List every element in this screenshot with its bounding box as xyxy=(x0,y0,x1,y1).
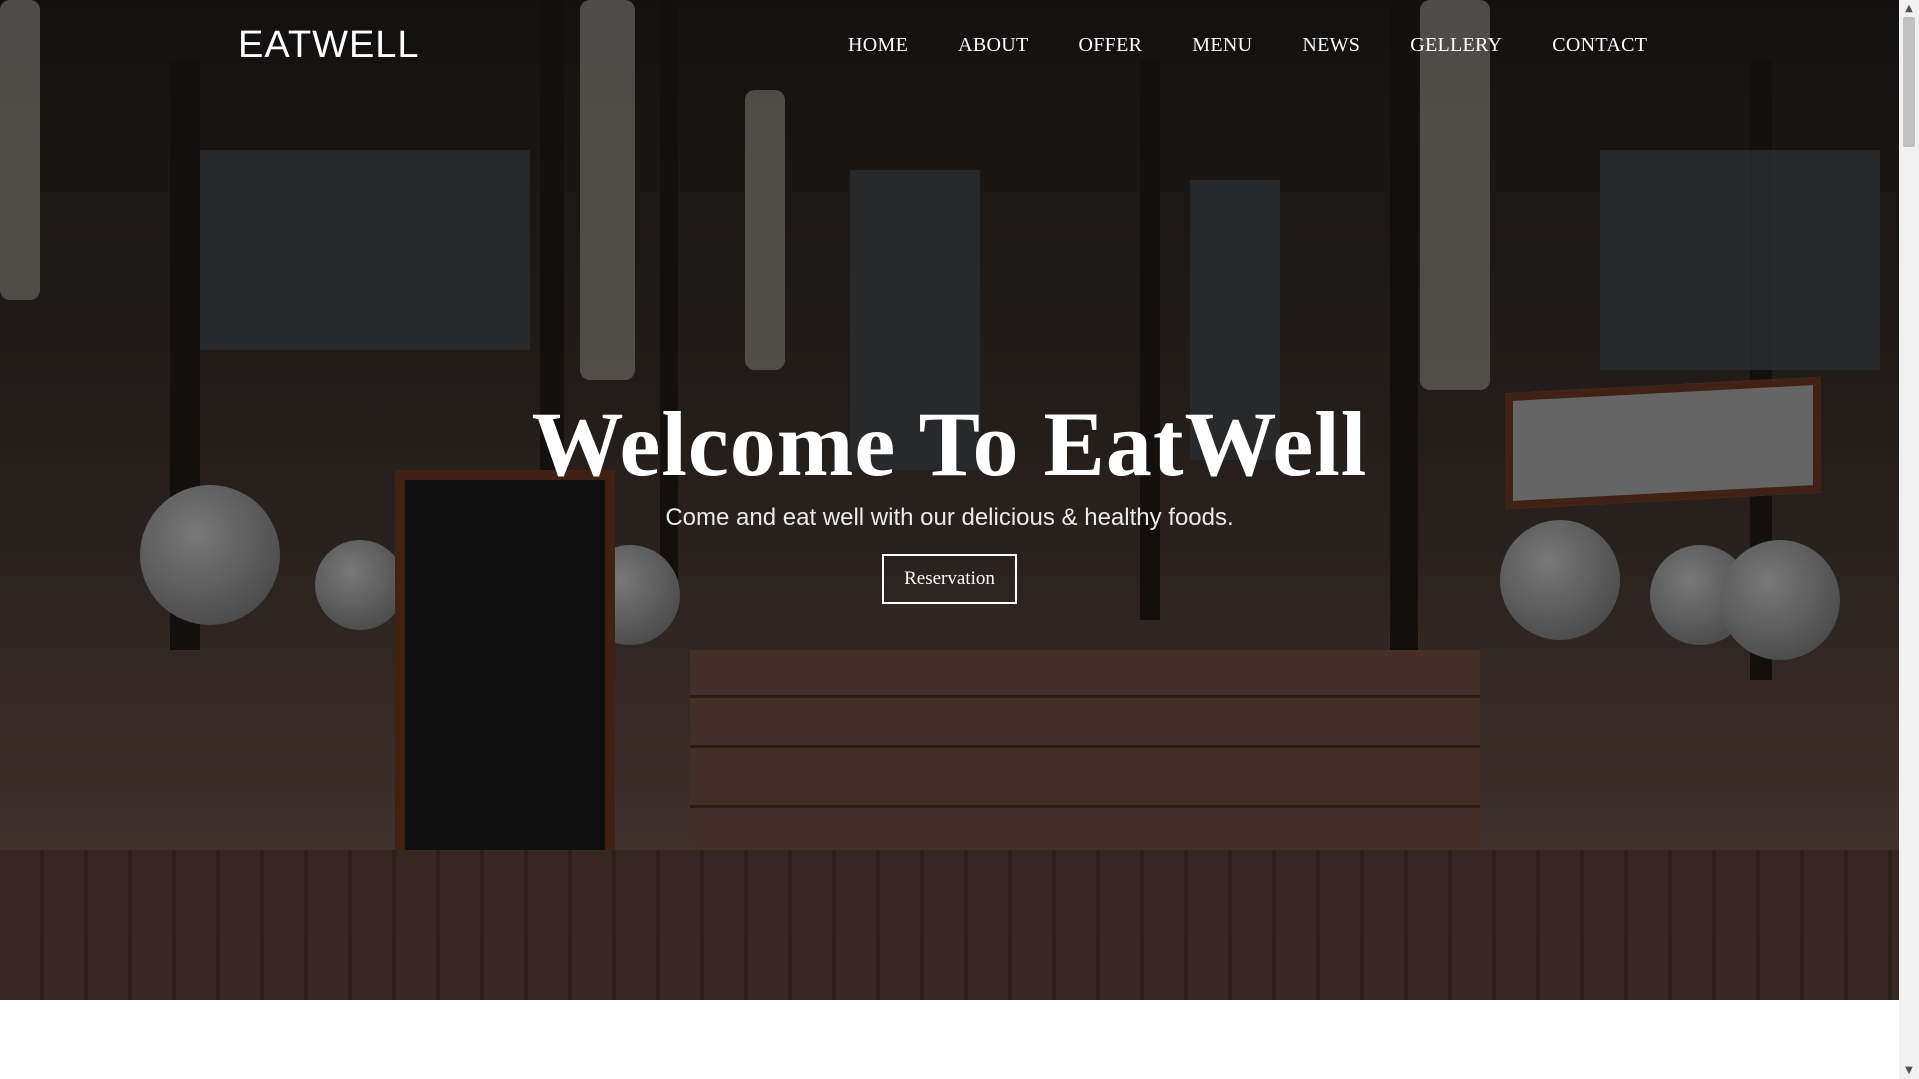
scroll-down-icon[interactable]: ▼ xyxy=(1899,1062,1919,1079)
scroll-up-icon[interactable]: ▲ xyxy=(1899,0,1919,17)
nav-about-link[interactable]: ABOUT xyxy=(958,34,1028,57)
reservation-button[interactable]: Reservation xyxy=(882,554,1017,604)
page-scrollbar[interactable]: ▲ ▼ xyxy=(1899,0,1919,1079)
scrollbar-thumb[interactable] xyxy=(1903,17,1915,147)
nav-news-link[interactable]: NEWS xyxy=(1302,34,1360,57)
nav-gallery-link[interactable]: GELLERY xyxy=(1410,34,1502,57)
nav-contact-link[interactable]: CONTACT xyxy=(1552,34,1647,57)
nav-offer-link[interactable]: OFFER xyxy=(1078,34,1142,57)
hero-subtitle: Come and eat well with our delicious & h… xyxy=(665,504,1234,531)
nav-home-link[interactable]: HOME xyxy=(848,34,908,57)
navbar: EATWELL HOME ABOUT OFFER MENU NEWS GELLE… xyxy=(0,0,1919,95)
hero-content: Welcome To EatWell Come and eat well wit… xyxy=(0,398,1899,604)
nav-menu-link[interactable]: MENU xyxy=(1192,34,1252,57)
main-nav: HOME ABOUT OFFER MENU NEWS GELLERY CONTA… xyxy=(848,34,1647,57)
site-logo[interactable]: EATWELL xyxy=(238,24,420,67)
hero-title: Welcome To EatWell xyxy=(531,393,1368,495)
